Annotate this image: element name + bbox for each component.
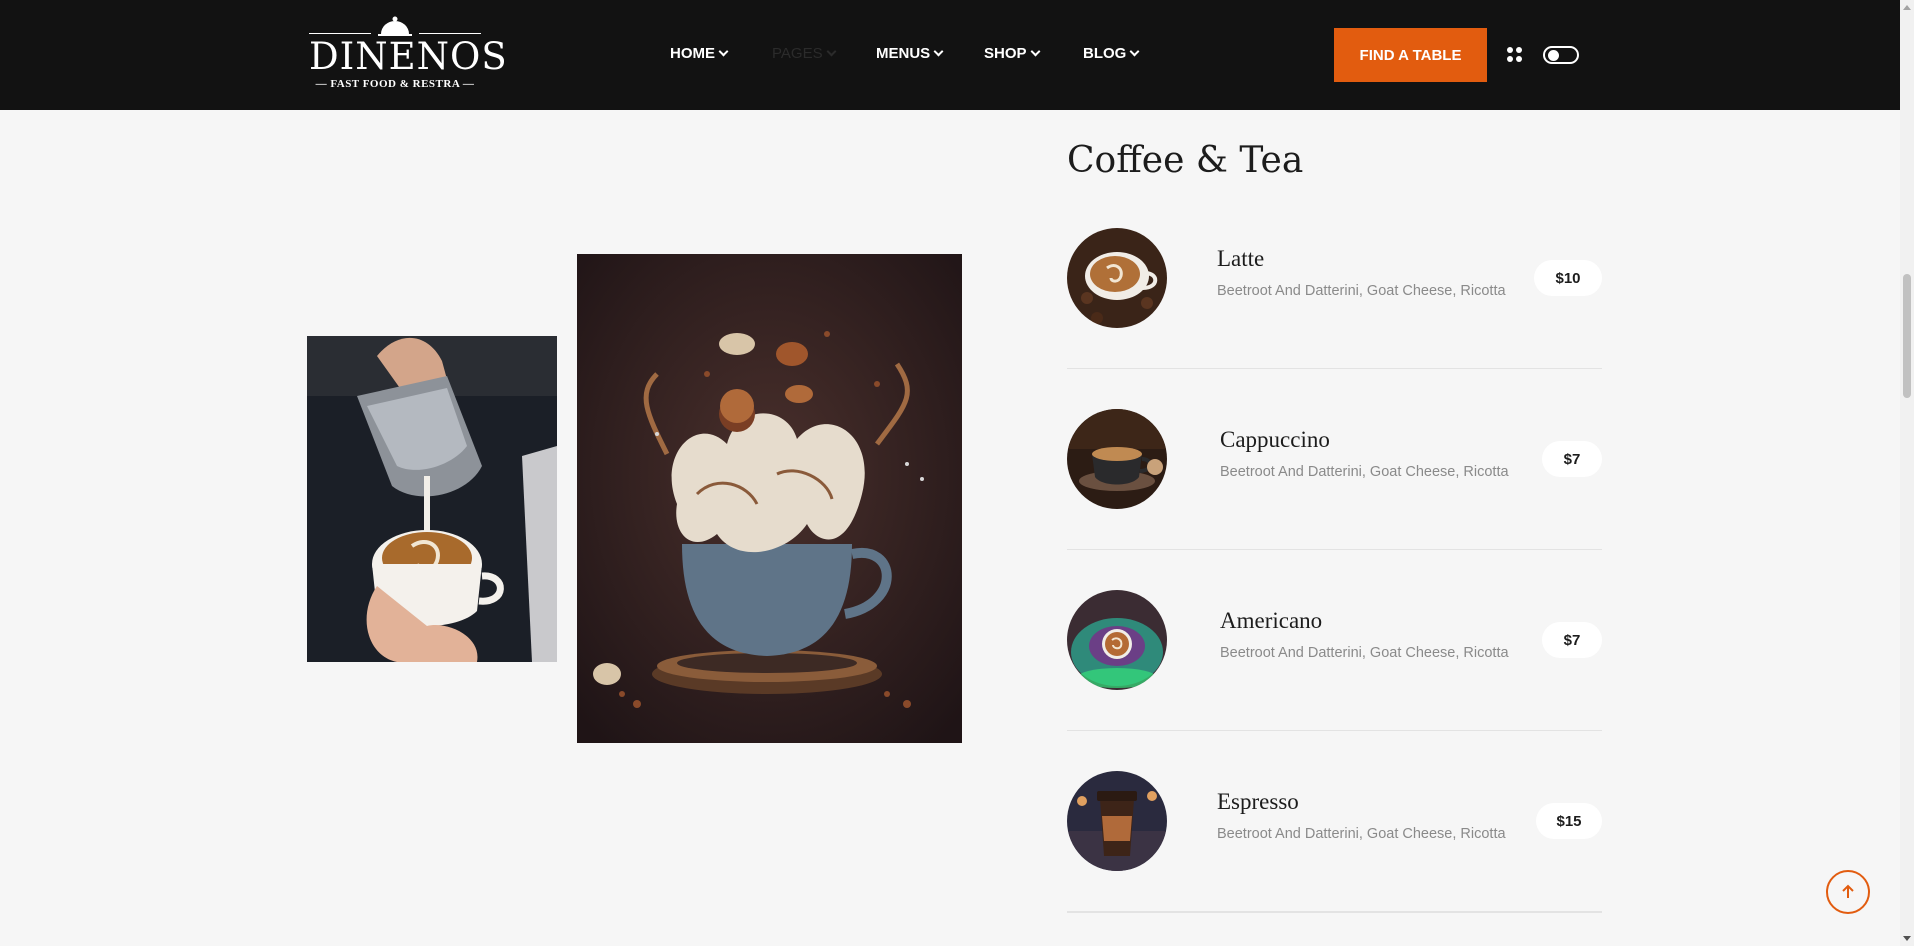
menu-item-description: Beetroot And Datterini, Goat Cheese, Ric…	[1217, 283, 1506, 299]
nav-pages-label: PAGES	[772, 45, 823, 62]
chevron-down-icon	[1129, 46, 1140, 57]
brand-name: DINENOS	[309, 35, 508, 78]
chevron-down-icon	[1030, 46, 1040, 57]
menu-item-name: Latte	[1217, 246, 1265, 271]
menu-item-description: Beetroot And Datterini, Goat Cheese, Ric…	[1217, 826, 1506, 842]
nav-shop[interactable]: SHOP	[984, 45, 1040, 62]
arrow-up-icon	[1842, 884, 1854, 898]
nav-pages[interactable]: PAGES	[772, 45, 837, 62]
menu-divider	[1067, 730, 1602, 731]
find-a-table-button[interactable]: FIND A TABLE	[1334, 28, 1487, 82]
menu-divider	[1067, 549, 1602, 550]
menu-item-name: Cappuccino	[1220, 427, 1330, 452]
page-scrollbar[interactable]	[1900, 0, 1914, 946]
coffee-splash-photo	[577, 254, 962, 743]
menu-item[interactable]: Cappuccino Beetroot And Datterini, Goat …	[1067, 409, 1602, 591]
toggle-knob	[1548, 50, 1559, 61]
espresso-thumbnail	[1067, 771, 1167, 871]
dark-mode-toggle[interactable]	[1543, 46, 1579, 64]
latte-thumbnail	[1067, 228, 1167, 328]
section-title: Coffee & Tea	[1067, 140, 1304, 181]
brand-tagline-text: FAST FOOD & RESTRA	[330, 78, 460, 90]
cappuccino-image	[1067, 409, 1167, 509]
brand-tagline: — FAST FOOD & RESTRA —	[315, 78, 475, 90]
nav-blog[interactable]: BLOG	[1083, 45, 1140, 62]
chevron-down-icon	[933, 46, 944, 57]
scroll-down-arrow-icon[interactable]	[1903, 936, 1911, 941]
menu-item[interactable]: Latte Beetroot And Datterini, Goat Chees…	[1067, 228, 1602, 410]
latte-pour-photo	[307, 336, 557, 662]
menu-item-name: Espresso	[1217, 789, 1299, 814]
price-badge: $10	[1534, 260, 1602, 296]
price-badge: $7	[1542, 622, 1602, 658]
scroll-up-arrow-icon[interactable]	[1903, 5, 1911, 10]
nav-home-label: HOME	[670, 45, 715, 62]
nav-shop-label: SHOP	[984, 45, 1027, 62]
scroll-to-top-button[interactable]	[1826, 870, 1870, 914]
americano-image	[1067, 590, 1167, 690]
nav-menus[interactable]: MENUS	[876, 45, 944, 62]
chevron-down-icon	[718, 46, 729, 57]
latte-pour-illustration	[307, 336, 557, 662]
menu-item-description: Beetroot And Datterini, Goat Cheese, Ric…	[1220, 645, 1509, 661]
price-badge: $15	[1536, 803, 1602, 839]
menu-item[interactable]: Americano Beetroot And Datterini, Goat C…	[1067, 590, 1602, 772]
logo-rule-right	[419, 33, 481, 34]
chevron-down-icon	[826, 46, 837, 57]
logo-rule-left	[309, 33, 371, 34]
nav-menus-label: MENUS	[876, 45, 931, 62]
latte-image	[1067, 228, 1167, 328]
coffee-splash-illustration	[577, 254, 962, 743]
site-header: DINENOS — FAST FOOD & RESTRA — HOME PAGE…	[0, 0, 1900, 110]
espresso-image	[1067, 771, 1167, 871]
menu-item-name: Americano	[1220, 608, 1323, 633]
cappuccino-thumbnail	[1067, 409, 1167, 509]
menu-divider	[1067, 368, 1602, 369]
menu-item[interactable]: Espresso Beetroot And Datterini, Goat Ch…	[1067, 771, 1602, 946]
americano-thumbnail	[1067, 590, 1167, 690]
menu-divider	[1067, 911, 1602, 913]
cloche-icon	[378, 16, 412, 36]
nav-home[interactable]: HOME	[670, 45, 729, 62]
price-badge: $7	[1542, 441, 1602, 477]
grid-dots-icon[interactable]	[1507, 47, 1523, 63]
scrollbar-thumb[interactable]	[1903, 274, 1911, 398]
menu-item-description: Beetroot And Datterini, Goat Cheese, Ric…	[1220, 464, 1509, 480]
site-logo[interactable]: DINENOS — FAST FOOD & RESTRA —	[309, 14, 508, 92]
nav-blog-label: BLOG	[1083, 45, 1127, 62]
